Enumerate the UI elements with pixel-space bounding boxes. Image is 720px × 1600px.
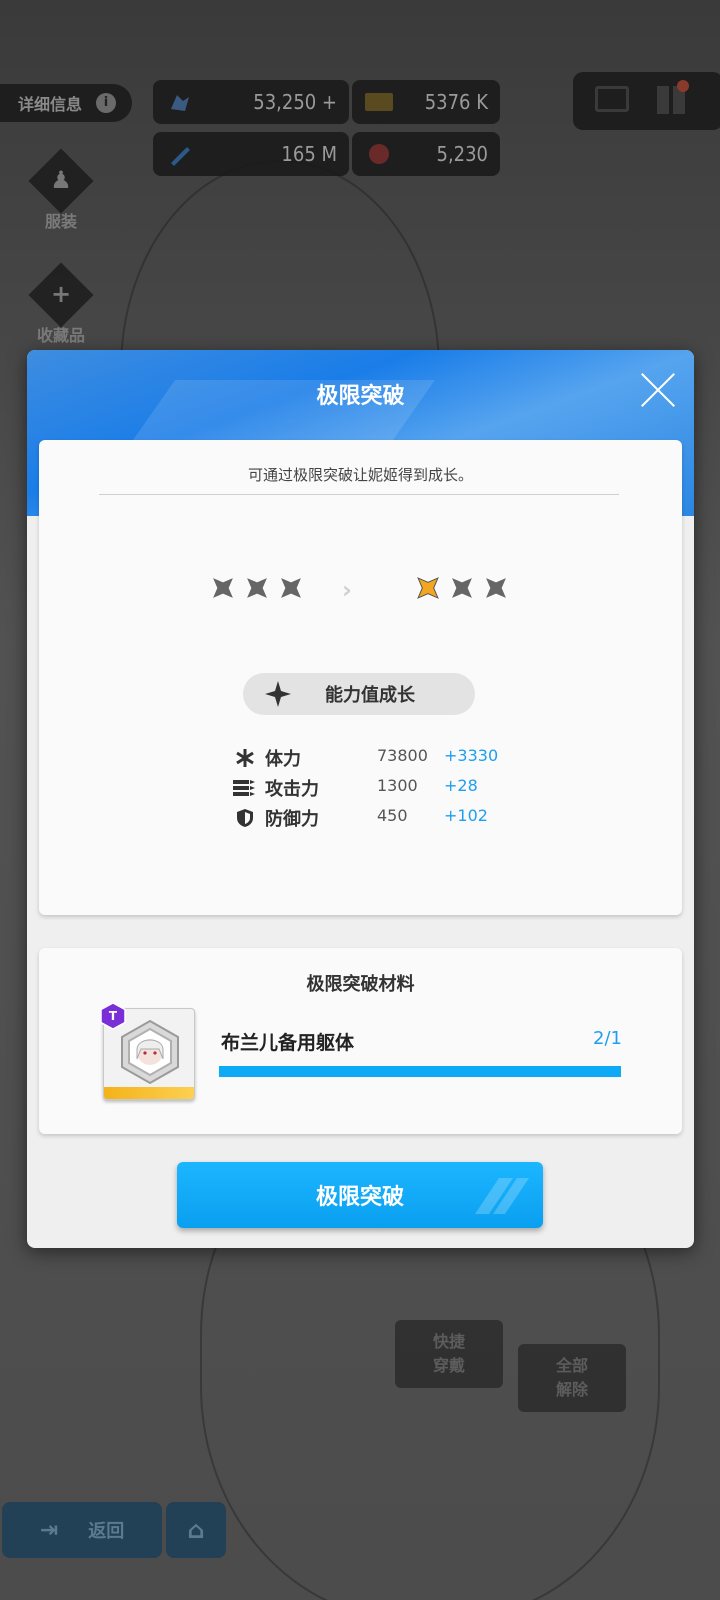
resource-orbs[interactable]: 5,230 (352, 132, 500, 176)
rarity-badge-icon: T (100, 1002, 126, 1030)
home-icon: ⌂ (187, 1516, 205, 1544)
star-inactive-icon (213, 578, 233, 598)
detail-info-label: 详细信息 (18, 95, 83, 114)
stat-delta: +28 (444, 776, 478, 795)
stat-delta: +102 (444, 806, 488, 825)
divider (99, 494, 619, 495)
stars-after (412, 572, 514, 604)
shield-icon (237, 809, 253, 827)
home-button[interactable]: ⌂ (166, 1502, 226, 1558)
stars-before (207, 572, 309, 604)
resource-credits-value: 5376 K (424, 90, 488, 114)
back-icon: ⇥ (39, 1517, 59, 1543)
limit-break-confirm-button[interactable]: 极限突破 (177, 1162, 543, 1228)
star-inactive-icon (486, 578, 506, 598)
resource-core-dust-value: 165 M (281, 142, 337, 166)
health-asterisk-icon (236, 749, 254, 767)
star-inactive-icon (452, 578, 472, 598)
costume-icon: ♟ (50, 166, 72, 194)
unequip-all-button[interactable]: 全部 解除 (518, 1344, 626, 1412)
resource-gems-value: 53,250 + (253, 90, 337, 114)
gem-hand-icon (165, 89, 195, 115)
detail-info-button[interactable]: 详细信息 i (0, 84, 132, 122)
growth-card: 可通过极限突破让妮姬得到成长。 › 能力值成长 体力 73800 +3330 攻… (39, 440, 682, 915)
collection-label: 收藏品 (36, 326, 85, 345)
rarity-bar (104, 1087, 194, 1099)
limit-break-dialog: 极限突破 可通过极限突破让妮姬得到成长。 › 能力值成长 体力 73800 +3… (27, 350, 694, 1248)
collection-plus-icon: + (50, 280, 72, 308)
svg-text:T: T (109, 1009, 118, 1023)
stat-label: 防御力 (265, 809, 319, 830)
sparkle-icon (265, 681, 291, 707)
costume-label: 服装 (44, 212, 77, 231)
dialog-title: 极限突破 (316, 384, 405, 409)
mail-icon[interactable] (595, 86, 629, 112)
dialog-description: 可通过极限突破让妮姬得到成长。 (247, 466, 473, 484)
close-icon[interactable] (638, 370, 678, 410)
star-inactive-icon (281, 578, 301, 598)
material-progress-fill (219, 1066, 621, 1077)
resource-orbs-value: 5,230 (436, 142, 489, 166)
star-inactive-icon (247, 578, 267, 598)
resource-credits[interactable]: 5376 K (352, 80, 500, 124)
syringe-icon (165, 141, 195, 167)
material-count: 2/1 (593, 1028, 622, 1049)
stat-row-defense: 防御力 450 +102 (39, 804, 682, 832)
notification-dot (677, 80, 689, 92)
collection-button[interactable]: + 收藏品 (26, 262, 96, 345)
stat-label: 体力 (265, 749, 301, 770)
materials-title: 极限突破材料 (306, 974, 415, 995)
resource-core-dust[interactable]: 165 M (153, 132, 349, 176)
quick-equip-button[interactable]: 快捷 穿戴 (395, 1320, 503, 1388)
material-name: 布兰儿备用躯体 (221, 1032, 355, 1054)
materials-card: 极限突破材料 T 布兰儿备用躯体 2/1 (39, 948, 682, 1134)
stat-delta: +3330 (444, 746, 499, 765)
orb-icon (364, 141, 394, 167)
growth-label: 能力值成长 (325, 685, 415, 706)
stat-label: 攻击力 (265, 779, 319, 800)
button-stripe-decoration (475, 1178, 529, 1214)
costume-button[interactable]: ♟ 服装 (26, 148, 96, 231)
material-progress-bar (219, 1066, 621, 1077)
back-button[interactable]: ⇥ 返回 (2, 1502, 162, 1558)
star-active-icon (417, 577, 439, 599)
stat-row-hp: 体力 73800 +3330 (39, 744, 682, 772)
chevron-right-icon: › (342, 576, 352, 604)
confirm-label: 极限突破 (315, 1185, 404, 1210)
stat-growth-label: 能力值成长 (243, 673, 475, 715)
back-label: 返回 (88, 1521, 125, 1542)
top-right-toolbar (573, 72, 720, 130)
ammo-icon (233, 780, 255, 796)
stat-value: 1300 (377, 776, 418, 795)
resource-gems[interactable]: 53,250 + (153, 80, 349, 124)
stat-value: 73800 (377, 746, 428, 765)
stat-row-attack: 攻击力 1300 +28 (39, 774, 682, 802)
stat-value: 450 (377, 806, 408, 825)
character-portrait-hex-icon (121, 1019, 179, 1085)
credit-card-icon (364, 89, 394, 115)
info-icon: i (96, 93, 117, 113)
